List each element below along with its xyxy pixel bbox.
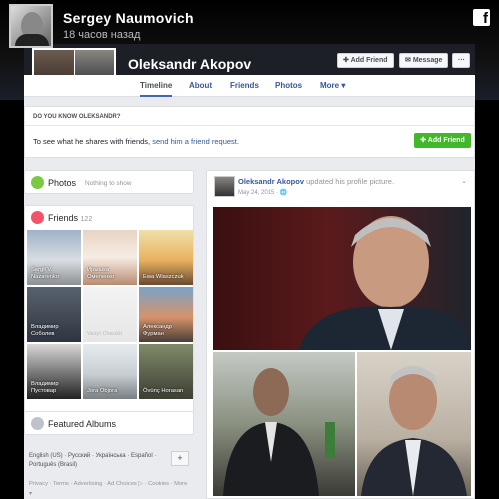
friend-name[interactable]: Владимир Соболев	[31, 324, 59, 338]
tab-photos[interactable]: Photos	[275, 81, 302, 90]
friend-tile[interactable]: Ирышка Омеленко	[83, 230, 137, 285]
albums-title[interactable]: Featured Albums	[48, 419, 116, 429]
tab-about[interactable]: About	[189, 81, 212, 90]
friend-name[interactable]: Ewa Wlaszczuk	[143, 274, 184, 281]
post-action-text: updated his profile picture.	[304, 177, 395, 186]
featured-albums-card[interactable]: Featured Albums	[24, 411, 194, 435]
post-author-link[interactable]: Oleksandr Akopov	[238, 177, 304, 186]
more-options-button[interactable]: ···	[452, 53, 470, 68]
profile-tabs: Timeline About Friends Photos More ▾	[24, 75, 475, 97]
profile-name[interactable]: Oleksandr Akopov	[128, 56, 251, 72]
friends-count: 122	[80, 216, 93, 223]
photos-subtitle: Nothing to show	[85, 180, 132, 187]
friend-tile[interactable]: Vasyl Cheukh	[83, 287, 137, 342]
footer-links[interactable]: Privacy · Terms · Advertising · Ad Choic…	[29, 479, 189, 499]
profile-picture-post: Oleksandr Akopov updated his profile pic…	[206, 170, 475, 499]
add-friend-green-label: Add Friend	[427, 137, 465, 144]
facebook-logo-icon[interactable]: f	[473, 9, 490, 26]
tab-more[interactable]: More ▾	[320, 81, 345, 90]
message-label: Message	[412, 57, 443, 64]
friend-name[interactable]: Vasyl Cheukh	[87, 331, 122, 338]
friend-name[interactable]: Jora Objora	[87, 388, 117, 395]
friends-card: Friends 122 Sergii V. Nazarenko Ирышка Ом…	[24, 205, 194, 435]
facebook-profile-page: Oleksandr Akopov ✚ Add Friend ✉ Message …	[24, 44, 475, 499]
divider	[25, 125, 475, 126]
message-button[interactable]: ✉ Message	[399, 53, 449, 68]
friends-title[interactable]: Friends 122	[48, 213, 92, 223]
add-friend-label: Add Friend	[350, 57, 388, 64]
post-header: Oleksandr Akopov updated his profile pic…	[238, 177, 394, 186]
language-list[interactable]: English (US) · Русский · Українська · Es…	[29, 452, 159, 470]
photos-title[interactable]: Photos	[48, 178, 76, 188]
photos-card[interactable]: Photos Nothing to show	[24, 170, 194, 194]
post-photo-right[interactable]	[357, 352, 471, 496]
do-you-know-box: DO YOU KNOW OLEKSANDR? To see what he sh…	[24, 106, 475, 158]
albums-icon	[31, 417, 44, 430]
friend-tile[interactable]: Sergii V. Nazarenko	[27, 230, 81, 285]
friend-name[interactable]: Övünç Horasan	[143, 388, 183, 395]
friend-tile[interactable]: Ewa Wlaszczuk	[139, 230, 193, 285]
tab-friends[interactable]: Friends	[230, 81, 259, 90]
friends-title-label: Friends	[48, 213, 79, 223]
poster-timestamp: 18 часов назад	[63, 29, 141, 41]
friend-name[interactable]: Ирышка Омеленко	[87, 267, 114, 281]
post-date[interactable]: May 24, 2015 · 🌐	[238, 189, 287, 196]
chevron-down-icon[interactable]: ⌄	[461, 177, 467, 185]
know-text-prefix: To see what he shares with friends,	[33, 137, 153, 146]
friend-name[interactable]: Владимир Пустовар	[31, 381, 59, 395]
friend-tile[interactable]: Владимир Соболев	[27, 287, 81, 342]
poster-name[interactable]: Sergey Naumovich	[63, 10, 194, 26]
add-friend-button[interactable]: ✚ Add Friend	[337, 53, 394, 68]
post-author-avatar[interactable]	[214, 176, 235, 197]
friend-tile[interactable]: Владимир Пустовар	[27, 344, 81, 399]
poster-avatar[interactable]	[9, 4, 53, 48]
friends-icon	[31, 211, 44, 224]
friend-tile[interactable]: Jora Objora	[83, 344, 137, 399]
add-language-button[interactable]: +	[171, 451, 189, 466]
know-text-suffix: .	[236, 137, 239, 146]
post-photo-left[interactable]	[213, 352, 355, 496]
photos-icon	[31, 176, 44, 189]
friend-name[interactable]: Sergii V. Nazarenko	[31, 267, 59, 281]
page-footer: English (US) · Русский · Українська · Es…	[24, 446, 194, 499]
know-text: To see what he shares with friends, send…	[33, 137, 239, 146]
friends-grid: Sergii V. Nazarenko Ирышка Омеленко Ewa Wl…	[27, 230, 193, 399]
friend-name[interactable]: Александр Фурман	[143, 324, 172, 338]
tab-timeline[interactable]: Timeline	[140, 81, 173, 97]
friend-request-link[interactable]: send him a friend request	[152, 137, 237, 146]
know-title: DO YOU KNOW OLEKSANDR?	[33, 114, 121, 120]
friend-tile[interactable]: Александр Фурман	[139, 287, 193, 342]
add-friend-green-button[interactable]: ✚ Add Friend	[414, 133, 471, 148]
post-photo-main[interactable]	[213, 207, 471, 350]
friend-tile[interactable]: Övünç Horasan	[139, 344, 193, 399]
